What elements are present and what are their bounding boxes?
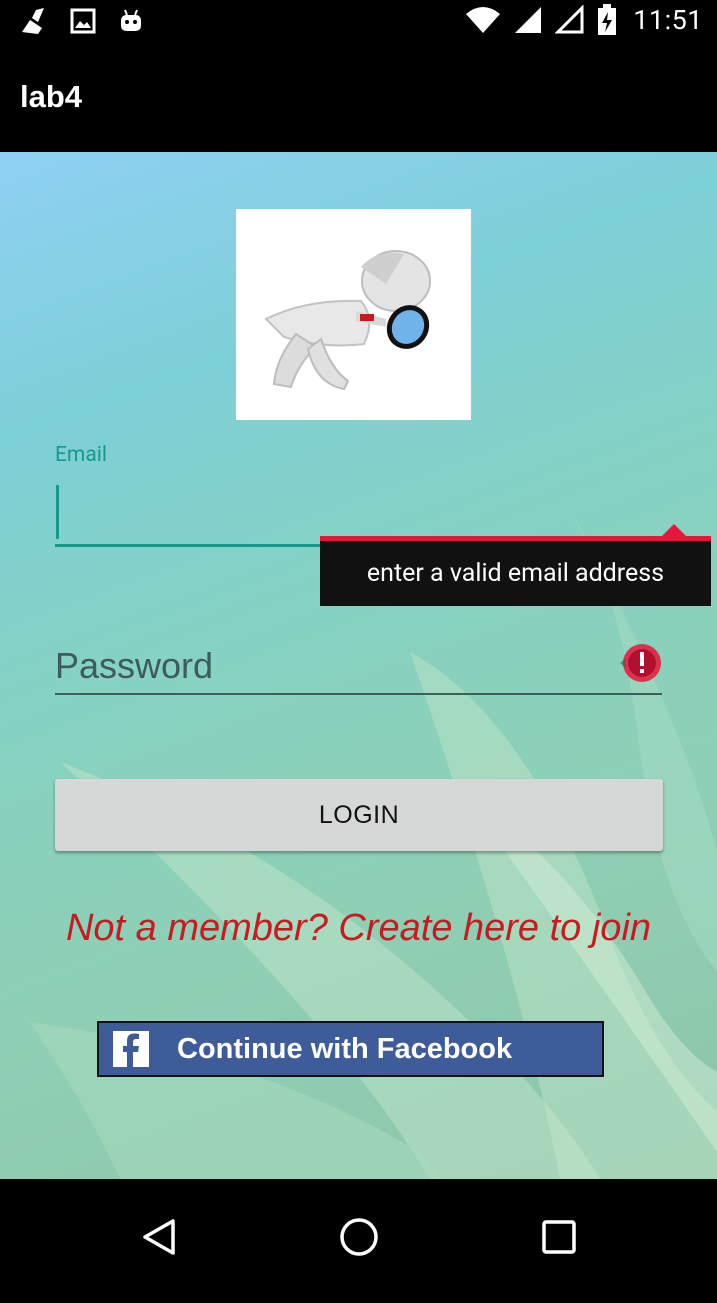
home-button[interactable]	[329, 1207, 389, 1267]
search-figure-icon	[264, 250, 431, 391]
signup-link[interactable]: Not a member? Create here to join	[0, 907, 717, 950]
cleaner-icon	[22, 8, 44, 34]
password-field[interactable]	[55, 638, 662, 695]
signal-empty-icon	[555, 5, 584, 34]
facebook-login-button[interactable]: Continue with Facebook	[97, 1021, 604, 1077]
battery-charging-icon	[598, 4, 617, 35]
app-title: lab4	[20, 79, 83, 114]
wifi-icon	[466, 7, 501, 33]
text-cursor	[56, 485, 59, 539]
facebook-icon	[113, 1031, 149, 1067]
app-bar: lab4	[0, 44, 717, 152]
status-bar: 11:51	[0, 0, 717, 44]
logo-image	[236, 209, 471, 420]
android-icon	[121, 9, 141, 31]
error-tooltip-arrow	[662, 524, 686, 536]
facebook-label: Continue with Facebook	[177, 1032, 513, 1065]
image-icon	[70, 8, 96, 34]
email-error-tooltip: enter a valid email address	[320, 536, 711, 606]
login-button[interactable]: LOGIN	[55, 779, 663, 851]
login-screen: Email enter a valid email address LOGIN …	[0, 152, 717, 1179]
email-error-text: enter a valid email address	[366, 559, 665, 588]
signal-icon	[515, 7, 542, 33]
email-label: Email	[55, 443, 107, 467]
recents-icon	[542, 1220, 576, 1254]
back-button[interactable]	[130, 1207, 190, 1267]
back-icon	[143, 1219, 175, 1255]
recents-button[interactable]	[529, 1207, 589, 1267]
error-icon[interactable]	[620, 641, 664, 685]
navigation-bar	[0, 1179, 717, 1303]
clock: 11:51	[633, 4, 703, 36]
home-icon	[340, 1218, 378, 1256]
